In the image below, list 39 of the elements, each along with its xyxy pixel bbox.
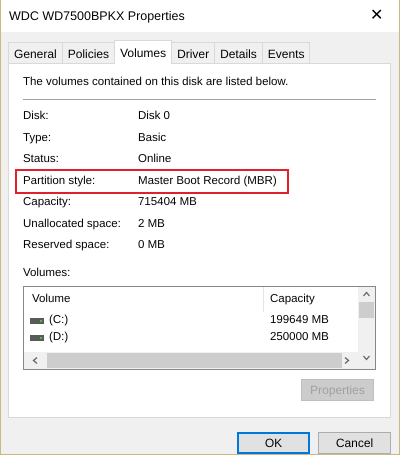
column-header[interactable]: Capacity — [264, 290, 315, 308]
section-label: Volumes: — [23, 266, 72, 281]
scroll-down-icon[interactable] — [363, 354, 370, 361]
column-header[interactable]: Volume — [24, 287, 264, 312]
cancel-button[interactable]: Cancel — [318, 432, 391, 454]
close-button[interactable]: ✕ — [362, 8, 391, 24]
tab[interactable]: Events — [262, 42, 310, 63]
volume-capacity: 199649 MB — [269, 312, 329, 328]
scroll-thumb[interactable] — [47, 353, 342, 368]
description-text: The volumes contained on this disk are listed below. — [23, 74, 376, 100]
property-value: 715404 MB — [138, 195, 197, 210]
scroll-left-icon[interactable] — [32, 357, 39, 364]
property-value: 2 MB — [138, 216, 165, 232]
property-value: Online — [138, 152, 172, 168]
ok-button[interactable]: OK — [237, 432, 310, 454]
scroll-right-icon[interactable] — [343, 357, 350, 364]
tab[interactable]: General — [8, 42, 63, 63]
scroll-thumb[interactable] — [359, 302, 374, 318]
scroll-up-icon[interactable] — [363, 291, 370, 298]
property-label: Type: — [23, 130, 52, 146]
tab[interactable]: Volumes — [114, 40, 172, 64]
property-label: Disk: — [23, 109, 50, 124]
property-value: Disk 0 — [138, 109, 170, 124]
property-label: Status: — [23, 152, 60, 168]
drive-icon — [30, 318, 44, 324]
property-label: Capacity: — [23, 195, 72, 210]
volume-capacity: 250000 MB — [269, 330, 329, 345]
property-value: 0 MB — [138, 238, 165, 254]
drive-letter[interactable]: (C:) — [49, 312, 68, 330]
property-label: Unallocated space: — [23, 216, 122, 232]
property-label: Reserved space: — [23, 238, 110, 254]
property-label: Partition style: — [23, 174, 96, 189]
horizontal-scrollbar[interactable] — [24, 352, 358, 369]
drive-letter[interactable]: (D:) — [49, 328, 68, 346]
window-title: WDC WD7500BPKX Properties — [9, 8, 185, 25]
property-value: Master Boot Record (MBR) — [138, 174, 277, 189]
vertical-scrollbar[interactable] — [358, 287, 375, 369]
drive-icon — [30, 334, 44, 340]
property-value: Basic — [138, 130, 166, 146]
